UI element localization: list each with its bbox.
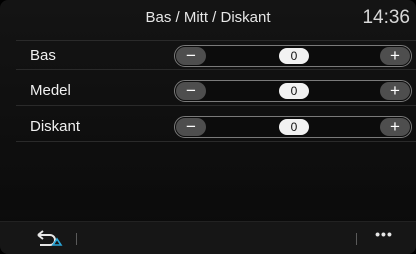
equalizer-screen: Bas / Mitt / Diskant 14:36 Bas − 0 + Med… <box>0 0 416 254</box>
setting-label: Medel <box>30 82 71 99</box>
setting-label: Bas <box>30 47 56 64</box>
setting-row-diskant: Diskant − 0 + <box>16 112 416 142</box>
medel-stepper[interactable]: − 0 + <box>174 80 412 102</box>
value-display: 0 <box>279 48 309 64</box>
increase-button[interactable]: + <box>380 118 410 136</box>
value-display: 0 <box>279 119 309 135</box>
back-arrow-icon[interactable] <box>34 230 64 246</box>
footer-divider <box>76 233 77 245</box>
decrease-button[interactable]: − <box>176 82 206 100</box>
decrease-button[interactable]: − <box>176 47 206 65</box>
page-title: Bas / Mitt / Diskant <box>145 9 271 26</box>
diskant-stepper[interactable]: − 0 + <box>174 116 412 138</box>
setting-label: Diskant <box>30 118 81 135</box>
bas-stepper[interactable]: − 0 + <box>174 45 412 67</box>
increase-button[interactable]: + <box>380 47 410 65</box>
increase-button[interactable]: + <box>380 82 410 100</box>
setting-row-medel: Medel − 0 + <box>16 76 416 106</box>
decrease-button[interactable]: − <box>176 118 206 136</box>
value-display: 0 <box>279 83 309 99</box>
setting-row-bas: Bas − 0 + <box>16 40 416 70</box>
clock: 14:36 <box>362 7 410 28</box>
more-options-icon[interactable]: ••• <box>372 226 396 248</box>
header: Bas / Mitt / Diskant 14:36 <box>0 0 416 38</box>
footer-bar: ••• <box>0 221 416 254</box>
footer-divider <box>356 233 357 245</box>
